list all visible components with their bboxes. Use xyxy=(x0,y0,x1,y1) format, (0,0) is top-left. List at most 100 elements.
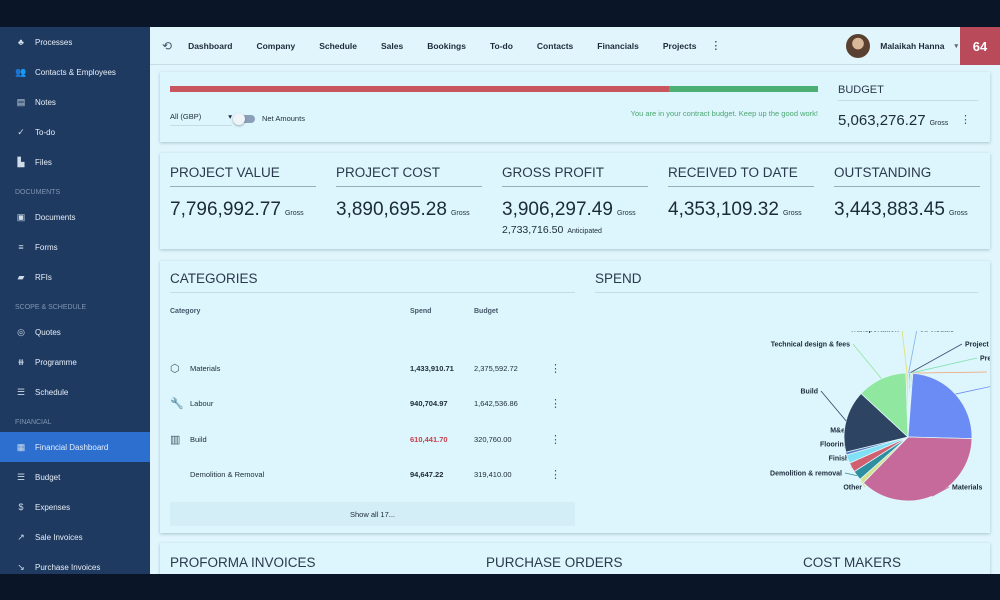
nav-contacts[interactable]: Contacts xyxy=(525,41,585,51)
pie-connector xyxy=(820,390,847,422)
chevron-down-icon: ▾ xyxy=(954,43,958,50)
kpi-suffix: Gross xyxy=(450,210,470,217)
sidebar-item-sale-invoices[interactable]: ↗ Sale Invoices xyxy=(0,522,150,552)
kpi-value: 3,443,883.45 xyxy=(834,199,945,220)
sidebar-item-label: Sale Invoices xyxy=(35,532,83,542)
kpi-project-value: PROJECT VALUE 7,796,992.77 Gross xyxy=(170,165,316,221)
kpi-label: OUTSTANDING xyxy=(834,165,980,187)
budget-menu-icon[interactable]: ⋮ xyxy=(960,113,971,126)
sidebar-item-programme[interactable]: ⧻ Programme xyxy=(0,347,150,377)
kpi-label: RECEIVED TO DATE xyxy=(668,165,814,187)
pie-label: Technical design & fees xyxy=(771,342,850,349)
topbar: ⟲ Dashboard Company Schedule Sales Bookings T… xyxy=(150,27,1000,65)
kpi-label: PROJECT VALUE xyxy=(170,165,316,187)
sidebar-item-label: Quotes xyxy=(35,327,61,337)
dashboard-icon: ▦ xyxy=(16,441,26,452)
more-nav-icon[interactable]: ⋮ xyxy=(710,39,721,52)
row-menu-icon[interactable]: ⋮ xyxy=(550,468,561,481)
budget-card: All (GBP) ▾ Net Amounts You are in your c… xyxy=(160,72,990,142)
row-menu-icon[interactable]: ⋮ xyxy=(550,433,561,446)
sidebar-item-label: Schedule xyxy=(35,387,69,397)
header-category: Category xyxy=(170,308,201,315)
sidebar-item-expenses[interactable]: $ Expenses xyxy=(0,492,150,522)
kpi-value: 3,906,297.49 xyxy=(502,199,613,220)
category-budget: 2,375,592.72 xyxy=(474,363,518,373)
nav-projects[interactable]: Projects xyxy=(651,41,709,51)
cube-icon: ⬡ xyxy=(170,362,180,375)
kpi-label: PROJECT COST xyxy=(336,165,482,187)
sidebar-item-documents[interactable]: ▣ Documents xyxy=(0,202,150,232)
budget-message: You are in your contract budget. Keep up… xyxy=(630,109,818,118)
sidebar-item-label: Expenses xyxy=(35,502,71,512)
category-spend: 1,433,910.71 xyxy=(410,363,454,373)
row-menu-icon[interactable]: ⋮ xyxy=(550,397,561,410)
quote-icon: ◎ xyxy=(17,326,25,337)
app: ♣ Processes 👥 Contacts & Employees ▤ Notes ✓ To… xyxy=(0,27,1000,574)
sidebar-item-forms[interactable]: ≡ Forms xyxy=(0,232,150,262)
sidebar-item-schedule[interactable]: ☰ Schedule xyxy=(0,377,150,407)
nav-to-do[interactable]: To-do xyxy=(478,41,525,51)
kpi-suffix: Gross xyxy=(284,210,304,217)
pie-label: Flooring xyxy=(820,442,848,449)
nav-company[interactable]: Company xyxy=(244,41,307,51)
history-icon[interactable]: ⟲ xyxy=(162,39,172,53)
main-nav: Dashboard Company Schedule Sales Bookings To-… xyxy=(176,41,708,51)
category-row[interactable]: 🔧 Labour 940,704.97 1,642,536.86 ⋮ xyxy=(170,386,570,422)
sidebar-item-purchase-invoices[interactable]: ↘ Purchase Invoices xyxy=(0,552,150,574)
pie-connector xyxy=(910,357,978,374)
sidebar-item-to-do[interactable]: ✓ To-do xyxy=(0,117,150,147)
file-icon: ▙ xyxy=(17,156,25,167)
user-menu[interactable]: Malaikah Hanna ▾ xyxy=(846,27,958,65)
cost-makers-title: COST MAKERS xyxy=(803,555,902,570)
kpi-label: GROSS PROFIT xyxy=(502,165,648,187)
sidebar-item-contacts-employees[interactable]: 👥 Contacts & Employees xyxy=(0,57,150,87)
sidebar-item-label: Contacts & Employees xyxy=(35,67,116,77)
category-name: Demolition & Removal xyxy=(190,470,265,479)
category-row[interactable]: Demolition & Removal 94,647.22 319,410.00 ⋮ xyxy=(170,457,570,493)
category-name: Labour xyxy=(190,399,214,408)
budget-icon: ☰ xyxy=(16,471,26,482)
nav-dashboard[interactable]: Dashboard xyxy=(176,41,244,51)
sidebar-item-processes[interactable]: ♣ Processes xyxy=(0,27,150,57)
pie-label: Demolition & removal xyxy=(770,471,842,478)
bottom-cards: PROFORMA INVOICES PURCHASE ORDERS COST M… xyxy=(160,543,990,574)
nav-schedule[interactable]: Schedule xyxy=(307,41,369,51)
nav-bookings[interactable]: Bookings xyxy=(415,41,478,51)
notification-badge[interactable]: 64 xyxy=(960,27,1000,65)
budget-progress-bar xyxy=(170,86,818,92)
kpi-value-row: 7,796,992.77 Gross xyxy=(170,199,316,221)
trend-icon: ↗ xyxy=(17,531,25,542)
kpi-suffix: Gross xyxy=(782,210,802,217)
nav-sales[interactable]: Sales xyxy=(369,41,415,51)
row-menu-icon[interactable]: ⋮ xyxy=(550,362,561,375)
kpi-card: PROJECT VALUE 7,796,992.77 Gross PROJECT CO… xyxy=(160,153,990,249)
budget-suffix: Gross xyxy=(929,120,949,127)
sidebar-item-notes[interactable]: ▤ Notes xyxy=(0,87,150,117)
category-spend: 940,704.97 xyxy=(410,399,448,408)
sidebar: ♣ Processes 👥 Contacts & Employees ▤ Notes ✓ To… xyxy=(0,27,150,574)
pie-connector xyxy=(955,386,990,395)
category-row[interactable]: ▥ Build 610,441.70 320,760.00 ⋮ xyxy=(170,421,570,457)
nav-financials[interactable]: Financials xyxy=(585,41,651,51)
kpi-received-to-date: RECEIVED TO DATE 4,353,109.32 Gross xyxy=(668,165,814,221)
sidebar-item-financial-dashboard[interactable]: ▦ Financial Dashboard xyxy=(0,432,150,462)
show-all-button[interactable]: Show all 17... xyxy=(170,502,575,526)
sidebar-item-rfis[interactable]: ▰ RFIs xyxy=(0,262,150,292)
kpi-gross-profit: GROSS PROFIT 3,906,297.49 Gross 2,733,716.5… xyxy=(502,165,648,236)
net-amounts-toggle[interactable] xyxy=(233,113,255,125)
sidebar-item-quotes[interactable]: ◎ Quotes xyxy=(0,317,150,347)
sidebar-item-files[interactable]: ▙ Files xyxy=(0,147,150,177)
currency-value: All (GBP) xyxy=(170,112,202,121)
pie-label: Transportation xyxy=(850,331,899,334)
kpi-outstanding: OUTSTANDING 3,443,883.45 Gross xyxy=(834,165,980,221)
sidebar-item-budget[interactable]: ☰ Budget xyxy=(0,462,150,492)
proforma-invoices-title: PROFORMA INVOICES xyxy=(170,555,316,570)
category-row[interactable]: ⬡ Materials 1,433,910.71 2,375,592.72 ⋮ xyxy=(170,350,570,386)
budget-value-row: 5,063,276.27 Gross xyxy=(838,112,948,130)
sidebar-item-label: Documents xyxy=(35,212,76,222)
trend-down-icon: ↘ xyxy=(17,561,25,572)
budget-value: 5,063,276.27 xyxy=(838,112,926,129)
pie-slice-labour[interactable] xyxy=(907,372,973,440)
pie-connector xyxy=(901,331,908,374)
currency-select[interactable]: All (GBP) ▾ xyxy=(170,112,232,126)
